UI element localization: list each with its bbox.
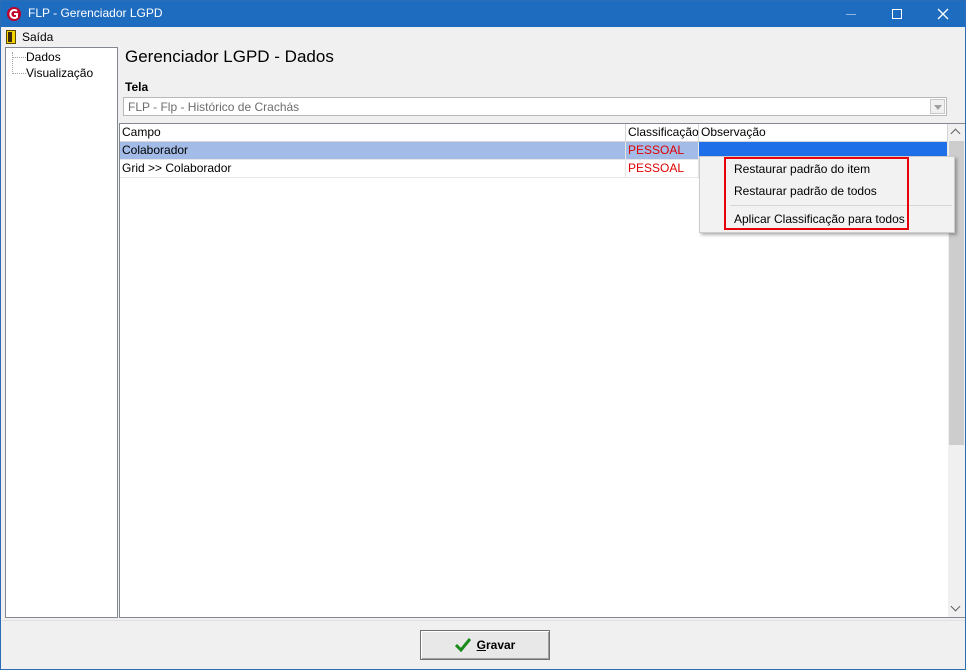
page-title: Gerenciador LGPD - Dados xyxy=(125,47,334,66)
cell-classificacao[interactable]: PESSOAL xyxy=(626,142,699,160)
app-window: FLP - Gerenciador LGPD Saída Dados Visua… xyxy=(0,0,966,670)
maximize-button[interactable] xyxy=(874,1,920,27)
tree-branch-line xyxy=(12,73,26,74)
annotation-highlight xyxy=(724,157,909,230)
flp-logo-icon xyxy=(7,7,21,21)
gravar-button[interactable]: Gravar xyxy=(420,630,550,660)
minimize-icon xyxy=(846,14,856,15)
column-header-campo[interactable]: Campo xyxy=(120,124,626,142)
scroll-down-icon[interactable] xyxy=(948,600,965,617)
tree-connector xyxy=(12,52,13,72)
close-icon xyxy=(937,8,949,20)
cell-campo[interactable]: Colaborador xyxy=(120,142,626,160)
minimize-button[interactable] xyxy=(828,1,874,27)
menu-bar: Saída xyxy=(2,27,965,46)
tela-label: Tela xyxy=(125,80,149,94)
check-icon xyxy=(454,638,471,652)
tree-item-label: Dados xyxy=(26,50,61,64)
close-button[interactable] xyxy=(920,1,966,27)
chevron-down-icon[interactable] xyxy=(930,99,945,114)
gravar-mnemonic: G xyxy=(476,638,486,652)
tree-branch-line xyxy=(12,57,26,58)
scroll-up-icon[interactable] xyxy=(948,124,965,141)
cell-classificacao[interactable]: PESSOAL xyxy=(626,160,699,178)
tela-select-value: FLP - Flp - Histórico de Crachás xyxy=(128,100,300,114)
window-title: FLP - Gerenciador LGPD xyxy=(28,6,163,20)
tree-item-label: Visualização xyxy=(26,66,94,80)
gravar-label: Gravar xyxy=(477,638,516,652)
cell-campo[interactable]: Grid >> Colaborador xyxy=(120,160,626,178)
gravar-label-rest: ravar xyxy=(485,638,516,652)
footer-divider xyxy=(2,620,965,621)
exit-door-icon xyxy=(6,30,16,44)
menu-saida[interactable]: Saída xyxy=(6,29,53,45)
menu-saida-label: Saída xyxy=(22,30,54,44)
maximize-icon xyxy=(892,9,902,19)
title-bar[interactable]: FLP - Gerenciador LGPD xyxy=(1,1,965,27)
tela-select[interactable]: FLP - Flp - Histórico de Crachás xyxy=(123,97,947,116)
navigation-tree: Dados Visualização xyxy=(5,47,118,618)
column-header-classificacao[interactable]: Classificação xyxy=(626,124,699,142)
column-header-observacao[interactable]: Observação xyxy=(699,124,948,142)
